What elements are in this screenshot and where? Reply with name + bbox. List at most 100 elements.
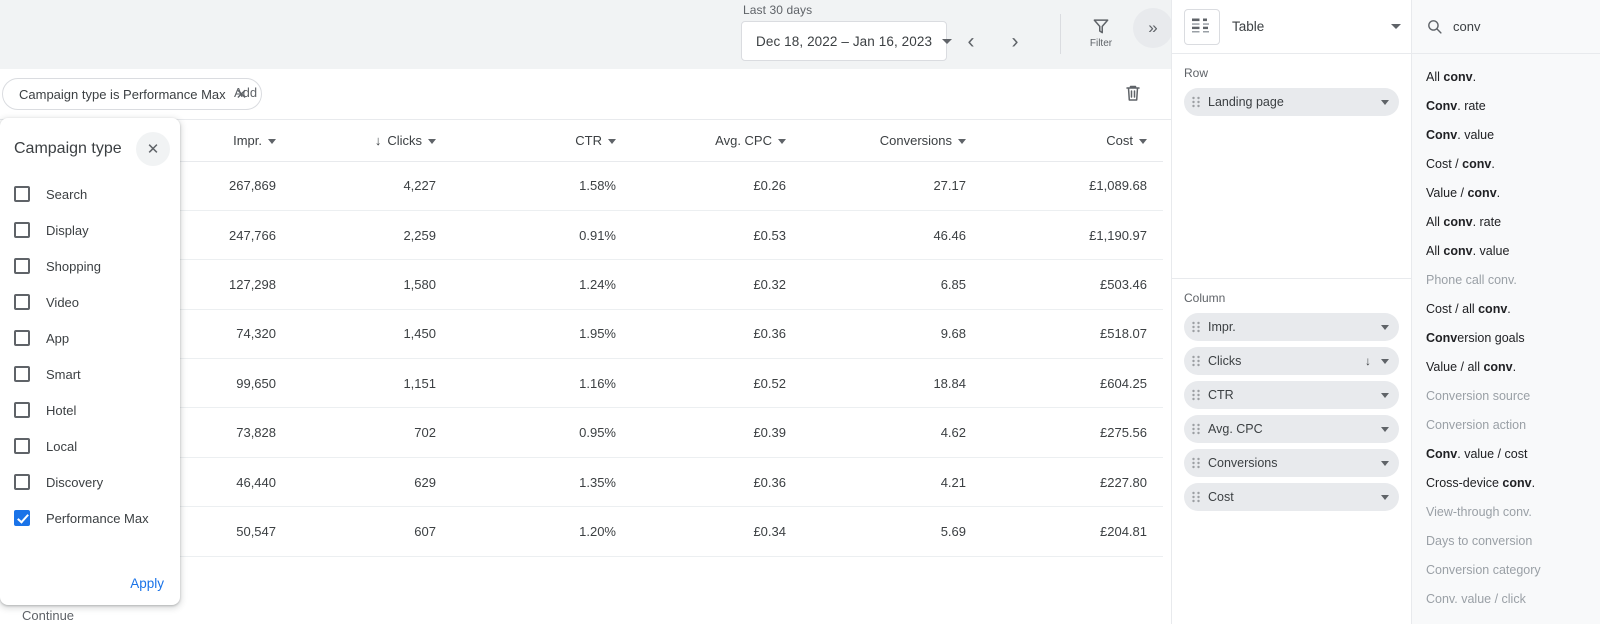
delete-button[interactable]	[1121, 81, 1145, 105]
drag-handle-icon[interactable]	[1192, 423, 1200, 435]
visualization-type-selector[interactable]: Table	[1172, 0, 1411, 54]
cell-avg-cpc: £0.32	[632, 259, 802, 310]
metric-option-conversion-goals[interactable]: Conversion goals	[1412, 323, 1600, 352]
column-field-conversions[interactable]: Conversions	[1184, 449, 1399, 477]
expand-panel-button[interactable]: »	[1133, 8, 1173, 48]
cell-impr: 247,766	[172, 210, 292, 261]
cell-clicks: 607	[292, 506, 452, 557]
cell-impr: 127,298	[172, 259, 292, 310]
column-field-avg-cpc[interactable]: Avg. CPC	[1184, 415, 1399, 443]
column-field-clicks[interactable]: Clicks ↓	[1184, 347, 1399, 375]
chevron-down-icon[interactable]	[1381, 99, 1389, 105]
col-header-ctr[interactable]: CTR	[452, 120, 632, 162]
campaign-type-option-video[interactable]: Video	[0, 284, 180, 320]
metric-option-conv-value[interactable]: Conv. value	[1412, 120, 1600, 149]
checkbox-icon[interactable]	[14, 402, 30, 418]
campaign-type-option-label: Search	[46, 186, 88, 202]
metric-option-cross-device-conv[interactable]: Cross-device conv.	[1412, 468, 1600, 497]
metric-option-all-conv-value[interactable]: All conv. value	[1412, 236, 1600, 265]
chevron-down-icon[interactable]	[1381, 358, 1389, 364]
row-field-landing-page[interactable]: Landing page	[1184, 88, 1399, 116]
chevron-down-icon[interactable]	[1381, 426, 1389, 432]
metric-option-value-all-conv[interactable]: Value / all conv.	[1412, 352, 1600, 381]
chevron-down-icon[interactable]	[1381, 494, 1389, 500]
drag-handle-icon[interactable]	[1192, 321, 1200, 333]
date-range-picker[interactable]: Dec 18, 2022 – Jan 16, 2023	[741, 21, 953, 61]
drag-handle-icon[interactable]	[1192, 457, 1200, 469]
apply-button[interactable]: Apply	[130, 576, 164, 591]
column-field-ctr[interactable]: CTR	[1184, 381, 1399, 409]
campaign-type-dropdown: Campaign type ✕ Search Display Shopping Vid…	[0, 118, 180, 605]
drag-handle-icon[interactable]	[1192, 355, 1200, 367]
previous-period-button[interactable]: ‹	[957, 27, 985, 55]
checkbox-icon[interactable]	[14, 366, 30, 382]
campaign-type-option-hotel[interactable]: Hotel	[0, 392, 180, 428]
chevron-down-icon[interactable]	[1381, 392, 1389, 398]
field-chip-label: Clicks	[1208, 354, 1242, 368]
column-field-cost[interactable]: Cost	[1184, 483, 1399, 511]
field-chip-label: Cost	[1208, 490, 1234, 504]
cell-conversions: 18.84	[802, 358, 982, 409]
campaign-type-option-list: Search Display Shopping Video App Smart Hotel L…	[0, 176, 180, 536]
col-header-clicks-label: Clicks	[387, 132, 422, 148]
chevron-down-icon[interactable]	[1381, 460, 1389, 466]
cell-ctr: 0.95%	[452, 407, 632, 458]
campaign-type-option-performance-max[interactable]: Performance Max	[0, 500, 180, 536]
checkbox-icon[interactable]	[14, 474, 30, 490]
add-filter-link[interactable]: Add	[234, 85, 257, 100]
col-header-avg-cpc[interactable]: Avg. CPC	[632, 120, 802, 162]
metric-option-conv-value-cost[interactable]: Conv. value / cost	[1412, 439, 1600, 468]
table-scroll-track[interactable]	[1160, 160, 1167, 624]
row-field-list: Landing page	[1172, 88, 1411, 116]
drag-handle-icon[interactable]	[1192, 96, 1200, 108]
column-field-impr[interactable]: Impr.	[1184, 313, 1399, 341]
cell-cost: £275.56	[982, 407, 1163, 458]
checkbox-icon[interactable]	[14, 294, 30, 310]
drag-handle-icon[interactable]	[1192, 491, 1200, 503]
metric-option-value-conv[interactable]: Value / conv.	[1412, 178, 1600, 207]
drag-handle-icon[interactable]	[1192, 389, 1200, 401]
metric-option-cost-all-conv[interactable]: Cost / all conv.	[1412, 294, 1600, 323]
metric-option-conv-rate[interactable]: Conv. rate	[1412, 91, 1600, 120]
filter-button[interactable]: Filter	[1082, 16, 1120, 49]
campaign-type-option-display[interactable]: Display	[0, 212, 180, 248]
trash-icon	[1126, 85, 1140, 101]
campaign-type-option-label: Hotel	[46, 402, 77, 418]
campaign-type-option-app[interactable]: App	[0, 320, 180, 356]
metric-option-all-conv-rate[interactable]: All conv. rate	[1412, 207, 1600, 236]
search-bar[interactable]: conv	[1412, 0, 1600, 54]
checkbox-icon[interactable]	[14, 222, 30, 238]
metric-option-all-conv[interactable]: All conv.	[1412, 62, 1600, 91]
close-icon[interactable]: ✕	[136, 132, 170, 166]
chevron-down-icon	[1391, 24, 1401, 29]
cell-cost: £604.25	[982, 358, 1163, 409]
campaign-type-option-smart[interactable]: Smart	[0, 356, 180, 392]
checkbox-icon[interactable]	[14, 258, 30, 274]
toolbar: Last 30 days Dec 18, 2022 – Jan 16, 2023…	[0, 0, 1173, 69]
cell-avg-cpc: £0.26	[632, 161, 802, 211]
metric-option-cost-conv[interactable]: Cost / conv.	[1412, 149, 1600, 178]
campaign-type-option-shopping[interactable]: Shopping	[0, 248, 180, 284]
search-input[interactable]: conv	[1453, 19, 1480, 34]
chevron-down-icon[interactable]	[1381, 324, 1389, 330]
visualization-config-panel: Table Row Landing page Column Impr. Click…	[1171, 0, 1411, 624]
campaign-type-option-discovery[interactable]: Discovery	[0, 464, 180, 500]
checkbox-icon[interactable]	[14, 330, 30, 346]
campaign-type-option-label: Performance Max	[46, 510, 149, 526]
filter-chip-campaign-type[interactable]: Campaign type is Performance Max ✕	[2, 78, 263, 110]
col-header-cost[interactable]: Cost	[982, 120, 1163, 162]
checkbox-icon[interactable]	[14, 186, 30, 202]
col-header-conversions[interactable]: Conversions	[802, 120, 982, 162]
col-header-clicks[interactable]: ↓ Clicks	[292, 120, 452, 162]
campaign-type-option-local[interactable]: Local	[0, 428, 180, 464]
field-chip-label: Conversions	[1208, 456, 1278, 470]
next-period-button[interactable]: ›	[1001, 27, 1029, 55]
chevron-down-icon	[778, 138, 786, 144]
checkbox-icon[interactable]	[14, 438, 30, 454]
cell-conversions: 4.62	[802, 407, 982, 458]
checkbox-checked-icon[interactable]	[14, 510, 30, 526]
col-header-impr[interactable]: Impr.	[172, 120, 292, 162]
col-header-impr-label: Impr.	[233, 132, 262, 148]
cell-conversions: 46.46	[802, 210, 982, 261]
campaign-type-option-search[interactable]: Search	[0, 176, 180, 212]
